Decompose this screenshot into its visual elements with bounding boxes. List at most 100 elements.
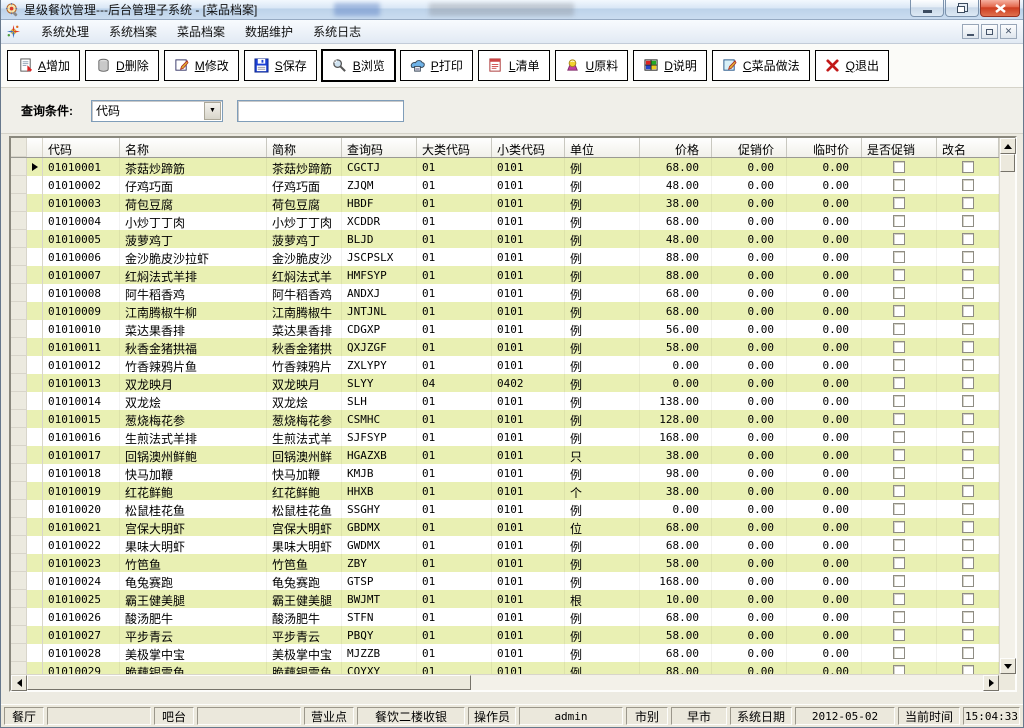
- table-row[interactable]: 01010027平步青云平步青云PBQY010101例58.000.000.00: [11, 626, 999, 644]
- table-row[interactable]: 01010026酸汤肥牛酸汤肥牛STFN010101例68.000.000.00: [11, 608, 999, 626]
- rename-checkbox[interactable]: [962, 233, 974, 245]
- rename-checkbox[interactable]: [962, 593, 974, 605]
- rename-checkbox[interactable]: [962, 611, 974, 623]
- promo-checkbox[interactable]: [893, 269, 905, 281]
- chevron-down-icon[interactable]: ▼: [204, 102, 221, 120]
- rename-checkbox[interactable]: [962, 197, 974, 209]
- query-field-select[interactable]: 代码 ▼: [91, 100, 223, 122]
- close-button[interactable]: [980, 0, 1020, 17]
- promo-checkbox[interactable]: [893, 629, 905, 641]
- table-row[interactable]: 01010021宫保大明虾宫保大明虾GBDMX010101位68.000.000…: [11, 518, 999, 536]
- promo-checkbox[interactable]: [893, 359, 905, 371]
- rename-checkbox[interactable]: [962, 665, 974, 674]
- add-toolbar-button[interactable]: A增加: [7, 50, 80, 81]
- table-row[interactable]: 01010006金沙脆皮沙拉虾金沙脆皮沙JSCPSLX010101例88.000…: [11, 248, 999, 266]
- row-selector[interactable]: [11, 266, 27, 284]
- promo-checkbox[interactable]: [893, 161, 905, 173]
- column-header-3[interactable]: 简称: [267, 138, 342, 157]
- menu-item-4[interactable]: 数据维护: [235, 20, 303, 43]
- table-row[interactable]: 01010012竹香辣鸦片鱼竹香辣鸦片ZXLYPY010101例0.000.00…: [11, 356, 999, 374]
- promo-checkbox[interactable]: [893, 251, 905, 263]
- row-selector[interactable]: [11, 392, 27, 410]
- table-row[interactable]: 01010005菠萝鸡丁菠萝鸡丁BLJD010101例48.000.000.00: [11, 230, 999, 248]
- row-selector[interactable]: [11, 464, 27, 482]
- promo-checkbox[interactable]: [893, 287, 905, 299]
- delete-toolbar-button[interactable]: D删除: [85, 50, 159, 81]
- table-row[interactable]: 01010010菜达果香排菜达果香排CDGXP010101例56.000.000…: [11, 320, 999, 338]
- row-selector[interactable]: [11, 410, 27, 428]
- description-toolbar-button[interactable]: D说明: [633, 50, 707, 81]
- promo-checkbox[interactable]: [893, 539, 905, 551]
- rename-checkbox[interactable]: [962, 287, 974, 299]
- table-row[interactable]: 01010025霸王健美腿霸王健美腿BWJMT010101根10.000.000…: [11, 590, 999, 608]
- mdi-close-button[interactable]: ✕: [1000, 24, 1017, 39]
- vertical-scroll-track[interactable]: [1000, 172, 1015, 658]
- rename-checkbox[interactable]: [962, 521, 974, 533]
- save-toolbar-button[interactable]: S保存: [244, 50, 317, 81]
- rename-checkbox[interactable]: [962, 467, 974, 479]
- promo-checkbox[interactable]: [893, 647, 905, 659]
- material-toolbar-button[interactable]: U原料: [555, 50, 629, 81]
- column-header-9[interactable]: 促销价: [712, 138, 787, 157]
- rename-checkbox[interactable]: [962, 341, 974, 353]
- table-row[interactable]: 01010020松鼠桂花鱼松鼠桂花鱼SSGHY010101例0.000.000.…: [11, 500, 999, 518]
- column-header-7[interactable]: 单位: [565, 138, 640, 157]
- row-selector[interactable]: [11, 212, 27, 230]
- promo-checkbox[interactable]: [893, 431, 905, 443]
- table-row[interactable]: 01010017回锅澳州鲜鲍回锅澳州鲜HGAZXB010101只38.000.0…: [11, 446, 999, 464]
- rename-checkbox[interactable]: [962, 269, 974, 281]
- list-toolbar-button[interactable]: L清单: [478, 50, 550, 81]
- promo-checkbox[interactable]: [893, 413, 905, 425]
- row-selector[interactable]: [11, 230, 27, 248]
- row-selector[interactable]: [11, 482, 27, 500]
- row-selector[interactable]: [11, 194, 27, 212]
- column-header-8[interactable]: 价格: [640, 138, 712, 157]
- vertical-scroll-thumb[interactable]: [1000, 154, 1015, 172]
- row-selector[interactable]: [11, 446, 27, 464]
- row-selector[interactable]: [11, 302, 27, 320]
- promo-checkbox[interactable]: [893, 611, 905, 623]
- promo-checkbox[interactable]: [893, 377, 905, 389]
- scroll-right-button[interactable]: [983, 675, 999, 691]
- rename-checkbox[interactable]: [962, 557, 974, 569]
- table-row[interactable]: 01010015葱烧梅花参葱烧梅花参CSMHC010101例128.000.00…: [11, 410, 999, 428]
- row-selector[interactable]: [11, 536, 27, 554]
- row-selector[interactable]: [11, 176, 27, 194]
- row-selector[interactable]: [11, 284, 27, 302]
- modify-toolbar-button[interactable]: M修改: [164, 50, 239, 81]
- exit-toolbar-button[interactable]: Q退出: [815, 50, 889, 81]
- horizontal-scroll-track[interactable]: [471, 675, 983, 690]
- table-row[interactable]: 01010023竹笆鱼竹笆鱼ZBY010101例58.000.000.00: [11, 554, 999, 572]
- restore-button[interactable]: [945, 0, 979, 17]
- row-selector[interactable]: [11, 374, 27, 392]
- rename-checkbox[interactable]: [962, 485, 974, 497]
- row-selector[interactable]: [11, 320, 27, 338]
- promo-checkbox[interactable]: [893, 467, 905, 479]
- rename-checkbox[interactable]: [962, 377, 974, 389]
- row-selector[interactable]: [11, 518, 27, 536]
- menu-item-5[interactable]: 系统日志: [303, 20, 371, 43]
- promo-checkbox[interactable]: [893, 521, 905, 533]
- rename-checkbox[interactable]: [962, 647, 974, 659]
- rename-checkbox[interactable]: [962, 449, 974, 461]
- rename-checkbox[interactable]: [962, 323, 974, 335]
- rename-checkbox[interactable]: [962, 539, 974, 551]
- table-row[interactable]: 01010016生煎法式羊排生煎法式羊SJFSYP010101例168.000.…: [11, 428, 999, 446]
- promo-checkbox[interactable]: [893, 305, 905, 317]
- promo-checkbox[interactable]: [893, 179, 905, 191]
- print-toolbar-button[interactable]: P打印: [400, 50, 473, 81]
- column-header-10[interactable]: 临时价: [787, 138, 862, 157]
- promo-checkbox[interactable]: [893, 665, 905, 674]
- rename-checkbox[interactable]: [962, 431, 974, 443]
- vertical-scrollbar[interactable]: [999, 138, 1015, 674]
- column-header-6[interactable]: 小类代码: [492, 138, 565, 157]
- column-header-12[interactable]: 改名: [937, 138, 999, 157]
- row-selector[interactable]: [11, 626, 27, 644]
- table-row[interactable]: 01010004小炒丁丁肉小炒丁丁肉XCDDR010101例68.000.000…: [11, 212, 999, 230]
- table-row[interactable]: 01010013双龙映月双龙映月SLYY040402例0.000.000.00: [11, 374, 999, 392]
- promo-checkbox[interactable]: [893, 323, 905, 335]
- rename-checkbox[interactable]: [962, 251, 974, 263]
- row-selector[interactable]: [11, 608, 27, 626]
- row-selector[interactable]: [11, 158, 27, 176]
- row-selector[interactable]: [11, 572, 27, 590]
